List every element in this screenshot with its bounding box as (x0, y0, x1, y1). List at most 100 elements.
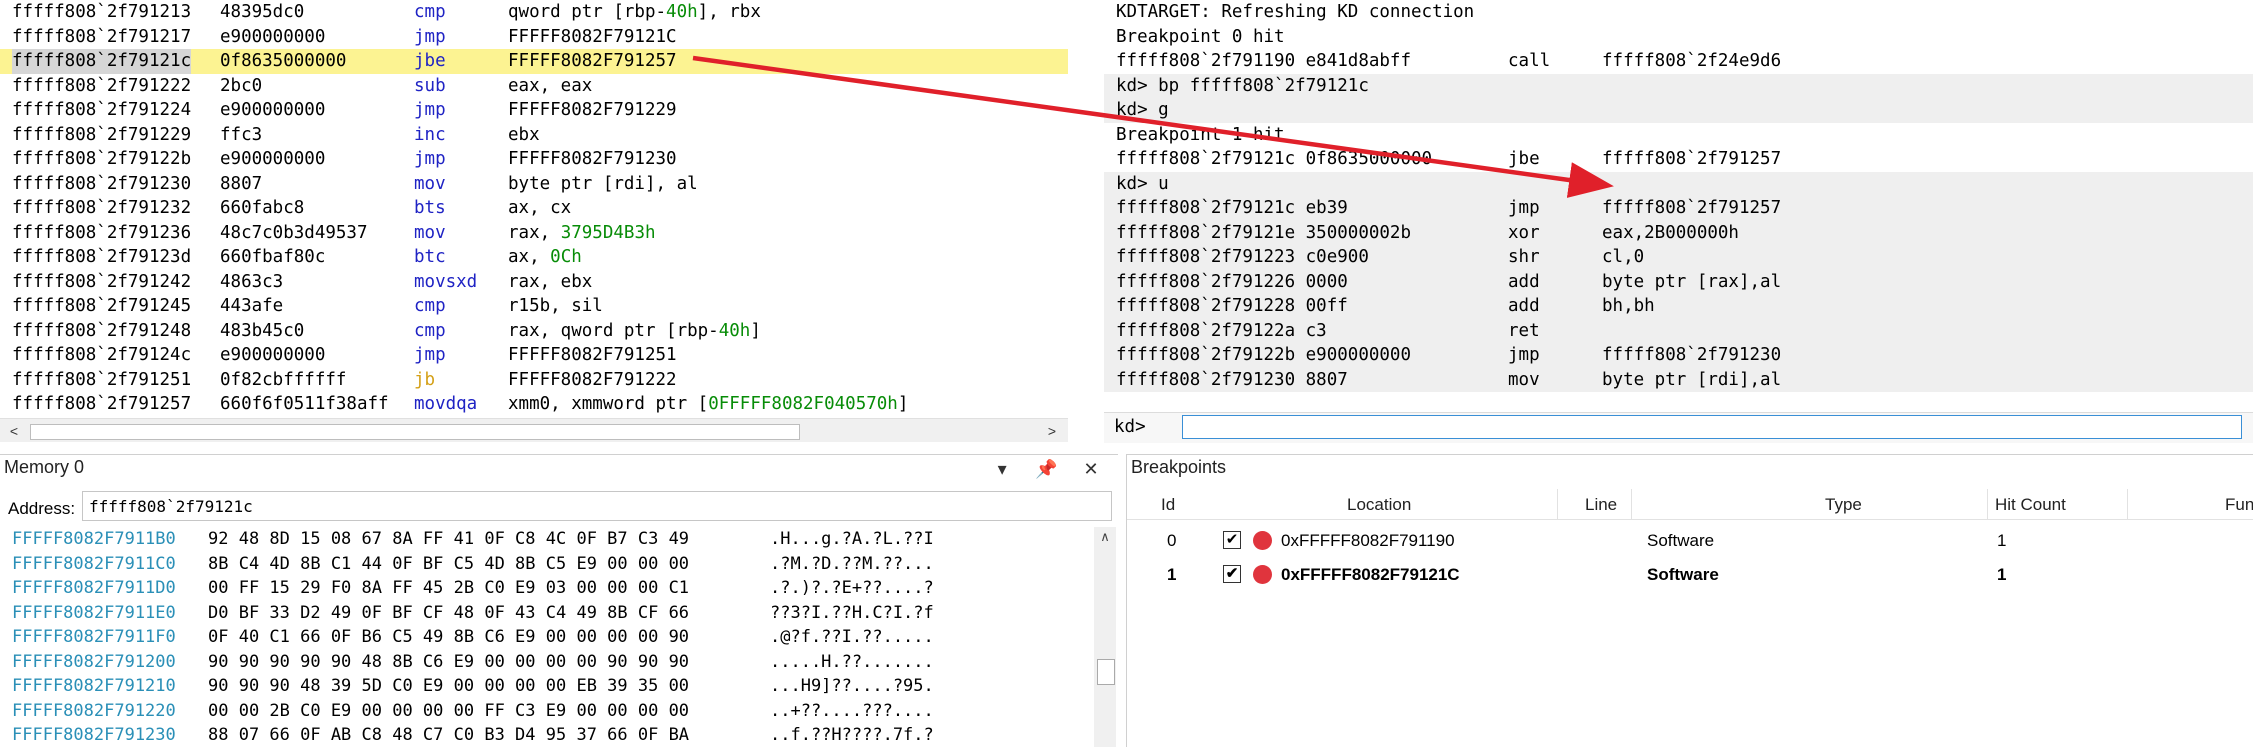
instruction-operands: FFFFF8082F791257 (508, 49, 677, 74)
disassembly-line[interactable]: fffff808`2f791224 e900000000 jmp FFFFF8082F… (0, 98, 1068, 123)
command-input[interactable] (1182, 415, 2242, 439)
disassembly-line[interactable]: fffff808`2f791232 660fabc8 bts ax, cx (0, 196, 1068, 221)
column-header-id[interactable]: Id (1161, 495, 1175, 515)
instruction-mnemonic: movdqa (414, 394, 478, 414)
output-operands: cl,0 (1602, 247, 1645, 267)
output-mnemonic: jbe (1508, 149, 1540, 169)
command-input-row: kd> (1104, 412, 2253, 443)
pin-icon[interactable]: 📌 (1032, 459, 1062, 480)
disassembly-line[interactable]: fffff808`2f791248 483b45c0 cmp rax, qword p… (0, 319, 1068, 344)
memory-address[interactable]: FFFFF8082F7911B0 (12, 527, 176, 552)
memory-ascii: ...H9]??....?95. (770, 676, 934, 696)
scroll-thumb[interactable] (1097, 659, 1115, 685)
memory-address[interactable]: FFFFF8082F7911C0 (12, 552, 176, 577)
output-mnemonic: shr (1508, 247, 1540, 267)
output-mnemonic: jmp (1508, 345, 1540, 365)
command-output-line: KDTARGET: Refreshing KD connection (1104, 0, 2253, 25)
breakpoint-row[interactable]: 0 ✔ 0xFFFFF8082F791190 Software 1 (1127, 523, 2253, 557)
command-output-line: fffff808`2f79122b e900000000 jmp fffff808`… (1104, 343, 2253, 368)
memory-address[interactable]: FFFFF8082F791200 (12, 650, 176, 675)
instruction-mnemonic: btc (414, 247, 446, 267)
disassembly-line[interactable]: fffff808`2f79121c 0f8635000000 jbe FFFFF808… (0, 49, 1068, 74)
breakpoint-enabled-checkbox[interactable]: ✔ (1223, 565, 1241, 583)
disassembly-line[interactable]: fffff808`2f791251 0f82cbffffff jb FFFFF8082… (0, 368, 1068, 393)
disassembly-line[interactable]: fffff808`2f791217 e900000000 jmp FFFFF8082F… (0, 25, 1068, 50)
instruction-address: fffff808`2f791236 (12, 222, 192, 243)
memory-address[interactable]: FFFFF8082F791230 (12, 723, 176, 748)
disassembly-horizontal-scrollbar[interactable]: < > (0, 418, 1068, 442)
operand-text: eax, eax (508, 75, 593, 96)
instruction-bytes: 8807 (220, 173, 263, 194)
memory-address[interactable]: FFFFF8082F7911E0 (12, 601, 176, 626)
column-header-line[interactable]: Line (1585, 495, 1617, 515)
output-address-bytes: fffff808`2f791190 e841d8abff (1116, 51, 1412, 71)
command-output-line: fffff808`2f79121c eb39 jmp fffff808`2f7912… (1104, 196, 2253, 221)
memory-bytes: 90 90 90 90 90 48 8B C6 E9 00 00 00 00 9… (208, 651, 690, 672)
operand-text: ebx (508, 124, 540, 145)
memory-address[interactable]: FFFFF8082F7911F0 (12, 625, 176, 650)
breakpoints-pane: Breakpoints Id Location Line Type Hit Co… (1126, 454, 2253, 747)
memory-bytes: 88 07 66 0F AB C8 48 C7 C0 B3 D4 95 37 6… (208, 725, 690, 745)
instruction-address: fffff808`2f791222 (12, 75, 192, 96)
disassembly-line[interactable]: fffff808`2f791236 48c7c0b3d49537 mov rax, 3… (0, 221, 1068, 246)
command-output-line: fffff808`2f791230 8807 mov byte ptr [rdi],… (1104, 367, 2253, 392)
address-input[interactable] (82, 491, 1112, 521)
instruction-address: fffff808`2f791251 (12, 369, 192, 390)
output-address-bytes: fffff808`2f79121e 350000002b (1116, 222, 1412, 243)
operand-immediate: 0FFFFF8082F040570h (708, 394, 898, 414)
breakpoint-type: Software (1647, 531, 1715, 550)
disassembly-line[interactable]: fffff808`2f791222 2bc0 sub eax, eax (0, 74, 1068, 99)
disassembly-line[interactable]: fffff808`2f79123d 660fbaf80c btc ax, 0Ch (0, 245, 1068, 270)
memory-address[interactable]: FFFFF8082F791220 (12, 699, 176, 724)
disassembly-line[interactable]: fffff808`2f791242 4863c3 movsxd rax, ebx (0, 270, 1068, 295)
memory-bytes: 00 00 2B C0 E9 00 00 00 00 FF C3 E9 00 0… (208, 700, 690, 721)
instruction-address: fffff808`2f791257 (12, 394, 192, 414)
memory-pane-controls: ▾ 📌 ✕ (977, 459, 1106, 480)
instruction-mnemonic: jmp (414, 345, 446, 365)
breakpoint-location: 0xFFFFF8082F79121C (1281, 565, 1460, 584)
breakpoint-row[interactable]: 1 ✔ 0xFFFFF8082F79121C Software 1 (1127, 557, 2253, 591)
scroll-up-icon[interactable]: ∧ (1097, 529, 1113, 545)
memory-address[interactable]: FFFFF8082F7911D0 (12, 576, 176, 601)
memory-bytes: 92 48 8D 15 08 67 8A FF 41 0F C8 4C 0F B… (208, 529, 690, 549)
operand-text: FFFFF8082F791229 (508, 100, 677, 120)
output-text: kd> g (1116, 100, 1169, 120)
memory-row: FFFFF8082F791220 00 00 2B C0 E9 00 00 00 … (0, 699, 1090, 724)
close-icon[interactable]: ✕ (1076, 459, 1106, 480)
column-header-location[interactable]: Location (1347, 495, 1411, 515)
instruction-mnemonic: mov (414, 222, 446, 243)
scroll-right-icon[interactable]: > (1040, 419, 1064, 442)
disassembly-line[interactable]: fffff808`2f791230 8807 mov byte ptr [rdi], … (0, 172, 1068, 197)
memory-pane: Memory 0 ▾ 📌 ✕ Address: FFFFF8082F7911B0… (0, 454, 1118, 747)
memory-row: FFFFF8082F7911B0 92 48 8D 15 08 67 8A FF … (0, 527, 1090, 552)
instruction-operands: byte ptr [rdi], al (508, 172, 698, 197)
instruction-bytes: 2bc0 (220, 75, 263, 96)
memory-vertical-scrollbar[interactable]: ∧ (1094, 527, 1116, 747)
instruction-address: fffff808`2f791248 (12, 320, 192, 341)
command-output-line: fffff808`2f79121c 0f8635000000 jbe fffff80… (1104, 147, 2253, 172)
dropdown-chevron-icon[interactable]: ▾ (987, 459, 1017, 480)
command-output-line: Breakpoint 1 hit (1104, 123, 2253, 148)
breakpoint-enabled-checkbox[interactable]: ✔ (1223, 531, 1241, 549)
instruction-address: fffff808`2f79123d (12, 247, 192, 267)
scroll-thumb[interactable] (30, 424, 800, 440)
disassembly-line[interactable]: fffff808`2f79124c e900000000 jmp FFFFF8082F… (0, 343, 1068, 368)
output-operands: fffff808`2f791257 (1602, 149, 1782, 169)
column-header-hit-count[interactable]: Hit Count (1995, 495, 2066, 515)
memory-bytes: 90 90 90 48 39 5D C0 E9 00 00 00 00 EB 3… (208, 676, 690, 696)
instruction-bytes: 0f82cbffffff (220, 369, 347, 390)
disassembly-line[interactable]: fffff808`2f791213 48395dc0 cmp qword ptr [r… (0, 0, 1068, 25)
column-header-type[interactable]: Type (1825, 495, 1862, 515)
disassembly-pane: fffff808`2f791213 48395dc0 cmp qword ptr [r… (0, 0, 1068, 442)
disassembly-line[interactable]: fffff808`2f791229 ffc3 inc ebx (0, 123, 1068, 148)
column-header-function[interactable]: Fun (2225, 495, 2253, 515)
memory-address[interactable]: FFFFF8082F791210 (12, 674, 176, 699)
output-address-bytes: fffff808`2f791223 c0e900 (1116, 247, 1369, 267)
memory-bytes: 0F 40 C1 66 0F B6 C5 49 8B C6 E9 00 00 0… (208, 627, 690, 647)
operand-text: qword ptr [rbp- (508, 2, 667, 22)
disassembly-line[interactable]: fffff808`2f791257 660f6f0511f38aff movdqa x… (0, 392, 1068, 417)
output-mnemonic: add (1508, 271, 1540, 292)
scroll-left-icon[interactable]: < (2, 419, 26, 442)
disassembly-line[interactable]: fffff808`2f791245 443afe cmp r15b, sil (0, 294, 1068, 319)
disassembly-line[interactable]: fffff808`2f79122b e900000000 jmp FFFFF8082F… (0, 147, 1068, 172)
